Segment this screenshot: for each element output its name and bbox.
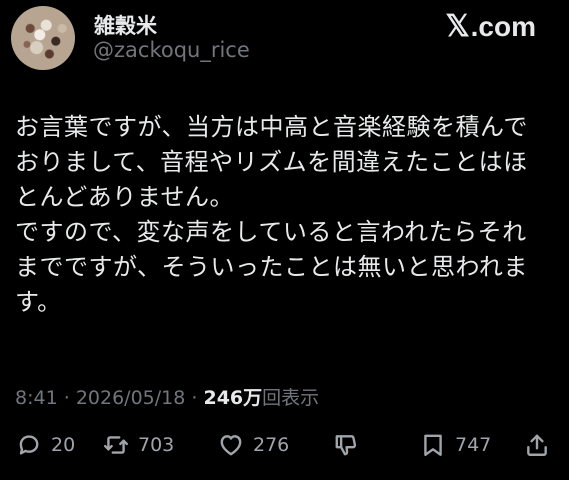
reply-icon xyxy=(19,435,39,455)
like-count: 276 xyxy=(253,434,290,456)
action-bar: 20 703 276 747 xyxy=(0,425,569,465)
share-icon xyxy=(527,434,547,456)
avatar[interactable] xyxy=(11,6,75,70)
meta-separator: · xyxy=(63,387,70,409)
share-button[interactable] xyxy=(524,425,550,465)
dislike-button[interactable] xyxy=(333,425,359,465)
reply-count: 20 xyxy=(51,434,76,456)
views-count[interactable]: 246万 xyxy=(203,387,262,409)
tweet-date[interactable]: 2026/05/18 xyxy=(76,387,186,409)
like-button[interactable]: 276 xyxy=(218,425,289,465)
bookmark-count: 747 xyxy=(455,434,492,456)
tweet-body: お言葉ですが、当方は中高と音楽経験を積んで おりまして、音程やリズムを間違えたこ… xyxy=(15,113,528,316)
tweet-header: 雑穀米 @zackoqu_rice 𝕏.com xyxy=(0,0,569,80)
tweet-meta: 8:41 · 2026/05/18 · 246万回表示 xyxy=(15,383,319,410)
meta-separator: · xyxy=(191,387,198,409)
heart-icon xyxy=(220,435,242,456)
brand-domain: .com xyxy=(470,11,536,42)
thumbs-down-icon xyxy=(335,435,357,456)
x-logo: 𝕏.com xyxy=(445,9,536,44)
repost-button[interactable]: 703 xyxy=(103,425,174,465)
bookmark-icon xyxy=(424,434,442,456)
reply-button[interactable]: 20 xyxy=(16,425,75,465)
x-icon: 𝕏 xyxy=(445,10,470,43)
repost-count: 703 xyxy=(138,434,175,456)
bookmark-button[interactable]: 747 xyxy=(420,425,491,465)
author-display-name[interactable]: 雑穀米 xyxy=(94,10,157,40)
views-label: 回表示 xyxy=(262,387,320,409)
repost-icon xyxy=(103,436,129,454)
author-handle[interactable]: @zackoqu_rice xyxy=(93,38,250,62)
tweet-time[interactable]: 8:41 xyxy=(15,387,58,409)
